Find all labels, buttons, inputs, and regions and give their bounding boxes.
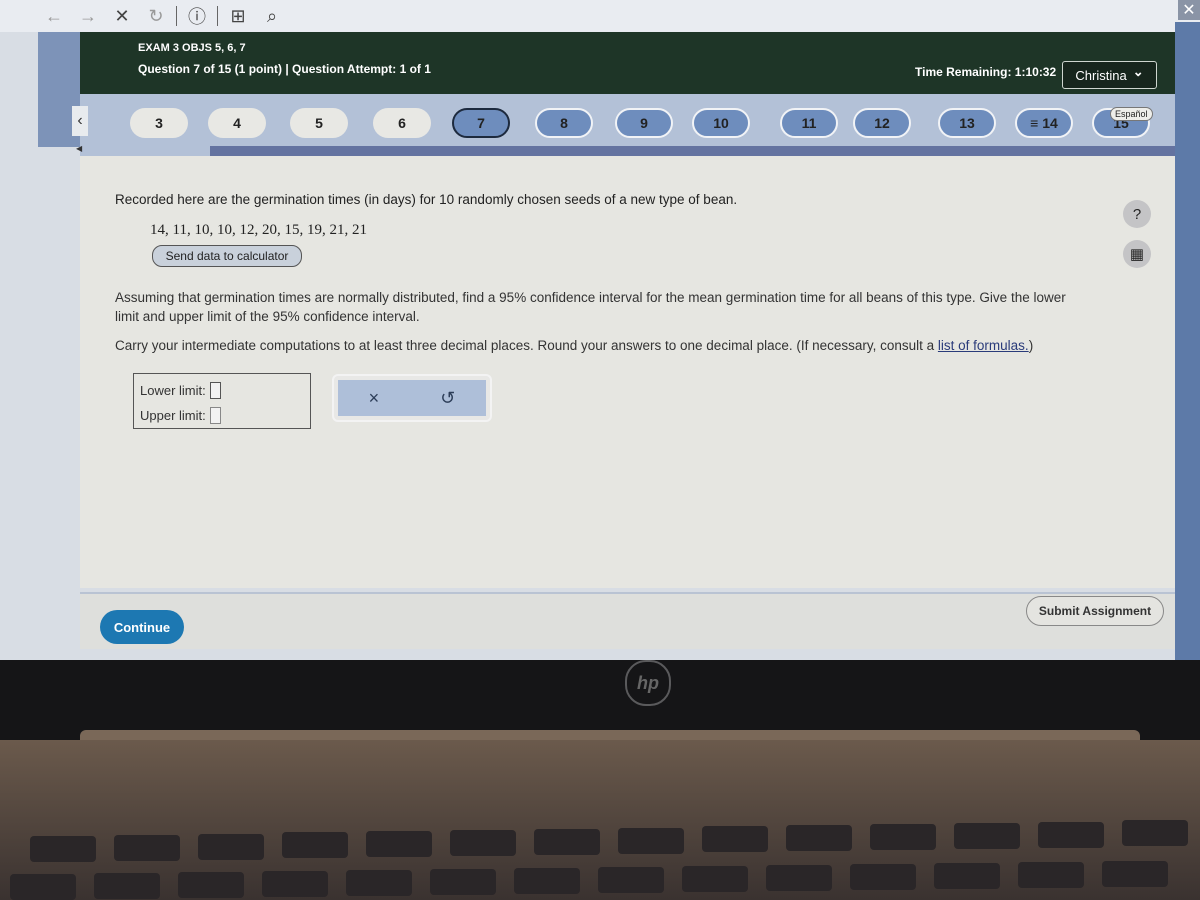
toolbar-divider bbox=[176, 6, 177, 26]
navigator-scrollbar[interactable] bbox=[210, 146, 1175, 156]
keyboard-key bbox=[10, 874, 76, 900]
scroll-left-icon[interactable]: ◀ bbox=[76, 144, 82, 153]
lower-limit-row: Lower limit: bbox=[140, 382, 221, 399]
screen: ← → ✕ ↻ ⓘ ⊞ ⌕ ✕ EXAM 3 OBJS 5, 6, 7 Ques… bbox=[0, 0, 1200, 662]
upper-limit-row: Upper limit: bbox=[140, 407, 221, 424]
keyboard-key bbox=[786, 825, 852, 852]
keyboard-key bbox=[94, 873, 160, 899]
keyboard-key bbox=[198, 833, 264, 860]
question-nav-13[interactable]: 13 bbox=[938, 108, 996, 138]
question-nav-11[interactable]: 11 bbox=[780, 108, 838, 138]
keyboard-key bbox=[618, 827, 684, 854]
time-remaining: Time Remaining: 1:10:32 bbox=[915, 65, 1057, 79]
undo-icon[interactable]: ↺ bbox=[440, 388, 455, 409]
laptop-keyboard bbox=[0, 740, 1200, 900]
user-menu-button[interactable]: Christina ⌄ bbox=[1062, 61, 1157, 89]
keyboard-key bbox=[366, 831, 432, 858]
question-nav-9[interactable]: 9 bbox=[615, 108, 673, 138]
info-icon[interactable]: ⓘ bbox=[183, 2, 211, 30]
upper-limit-input[interactable] bbox=[209, 407, 221, 424]
keyboard-key bbox=[262, 871, 328, 897]
hp-logo: hp bbox=[625, 660, 671, 706]
search-icon[interactable]: ⌕ bbox=[258, 2, 286, 30]
laptop-bezel bbox=[0, 660, 1200, 740]
question-instructions: Carry your intermediate computations to … bbox=[115, 338, 1033, 353]
answer-actions: × ↺ bbox=[332, 374, 492, 422]
question-info: Question 7 of 15 (1 point) | Question At… bbox=[138, 62, 431, 76]
keyboard-key bbox=[30, 836, 96, 862]
stop-icon[interactable]: ✕ bbox=[108, 2, 136, 30]
keyboard-key bbox=[934, 863, 1000, 889]
instructions-end: ) bbox=[1028, 338, 1034, 353]
upper-limit-label: Upper limit: bbox=[140, 408, 206, 423]
keyboard-key bbox=[114, 834, 180, 861]
question-nav-10[interactable]: 10 bbox=[692, 108, 750, 138]
keyboard-key bbox=[850, 864, 916, 890]
lower-limit-label: Lower limit: bbox=[140, 383, 206, 398]
question-nav-8[interactable]: 8 bbox=[535, 108, 593, 138]
question-nav-4[interactable]: 4 bbox=[208, 108, 266, 138]
question-prompt: Assuming that germination times are norm… bbox=[115, 290, 1066, 324]
back-icon[interactable]: ← bbox=[40, 2, 68, 30]
chevron-down-icon: ⌄ bbox=[1132, 64, 1144, 79]
footer: Continue Submit Assignment bbox=[80, 592, 1175, 649]
keyboard-key bbox=[766, 865, 832, 891]
calculator-icon[interactable]: ▦ bbox=[1123, 240, 1151, 268]
question-nav-7[interactable]: 7 bbox=[452, 108, 510, 138]
keyboard-key bbox=[514, 868, 580, 894]
exam-title: EXAM 3 OBJS 5, 6, 7 bbox=[138, 42, 246, 54]
keyboard-key bbox=[598, 867, 664, 893]
new-page-icon[interactable]: ⊞ bbox=[224, 2, 252, 30]
instructions-text: Carry your intermediate computations to … bbox=[115, 338, 938, 353]
question-content: Recorded here are the germination times … bbox=[80, 156, 1175, 588]
keyboard-key bbox=[954, 822, 1020, 849]
keyboard-key bbox=[1038, 821, 1104, 848]
help-icon[interactable]: ? bbox=[1123, 200, 1151, 228]
clear-icon[interactable]: × bbox=[369, 388, 380, 409]
keyboard-key bbox=[1018, 862, 1084, 888]
right-margin bbox=[1175, 22, 1200, 662]
submit-assignment-button[interactable]: Submit Assignment bbox=[1026, 596, 1164, 626]
question-intro: Recorded here are the germination times … bbox=[115, 192, 738, 207]
toolbar-divider bbox=[217, 6, 218, 26]
question-nav-14[interactable]: ≡ 14 bbox=[1015, 108, 1073, 138]
question-navigator: ‹ 3 4 5 6 7 8 9 10 11 12 13 ≡ 14 15 Español ◀ bbox=[72, 94, 1175, 156]
answer-box: Lower limit: Upper limit: bbox=[133, 373, 311, 429]
keyboard-key bbox=[534, 828, 600, 855]
keyboard-key bbox=[282, 832, 348, 859]
keyboard-key bbox=[702, 826, 768, 853]
question-nav-5[interactable]: 5 bbox=[290, 108, 348, 138]
reload-icon[interactable]: ↻ bbox=[142, 2, 170, 30]
keyboard-key bbox=[178, 872, 244, 898]
send-data-button[interactable]: Send data to calculator bbox=[152, 245, 302, 267]
question-nav-12[interactable]: 12 bbox=[853, 108, 911, 138]
espanol-button[interactable]: Español bbox=[1110, 107, 1153, 121]
keyboard-key bbox=[346, 870, 412, 896]
exam-header: EXAM 3 OBJS 5, 6, 7 Question 7 of 15 (1 … bbox=[80, 32, 1175, 94]
question-nav-6[interactable]: 6 bbox=[373, 108, 431, 138]
question-nav-3[interactable]: 3 bbox=[130, 108, 188, 138]
continue-button[interactable]: Continue bbox=[100, 610, 184, 644]
forward-icon[interactable]: → bbox=[74, 2, 102, 30]
data-values: 14, 11, 10, 10, 12, 20, 15, 19, 21, 21 bbox=[150, 222, 367, 238]
keyboard-key bbox=[450, 830, 516, 856]
nav-prev-icon[interactable]: ‹ bbox=[72, 106, 88, 136]
keyboard-key bbox=[1102, 861, 1168, 887]
keyboard-key bbox=[682, 866, 748, 892]
formulas-link[interactable]: list of formulas. bbox=[938, 338, 1029, 353]
browser-toolbar: ← → ✕ ↻ ⓘ ⊞ ⌕ bbox=[0, 0, 1200, 32]
keyboard-key bbox=[1122, 820, 1188, 847]
lower-limit-input[interactable] bbox=[209, 382, 221, 399]
keyboard-key bbox=[870, 824, 936, 850]
user-name: Christina bbox=[1075, 67, 1127, 83]
close-icon[interactable]: ✕ bbox=[1178, 0, 1200, 20]
keyboard-key bbox=[430, 869, 496, 895]
